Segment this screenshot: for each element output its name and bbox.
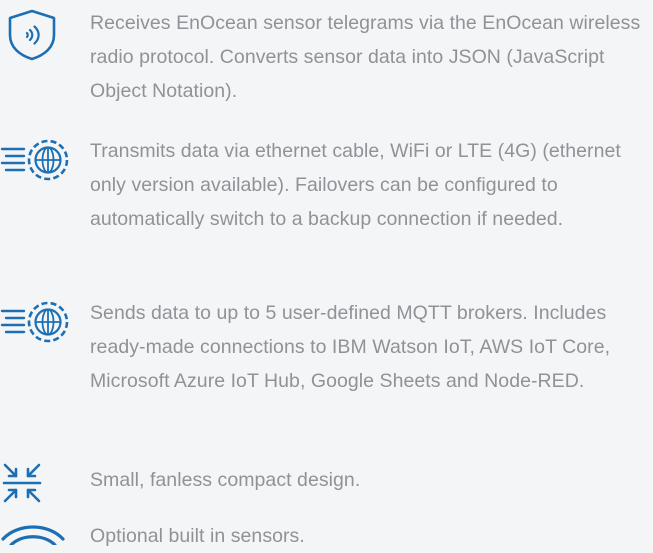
radio-signal-shield-icon — [6, 8, 58, 62]
wireless-waves-icon — [0, 521, 66, 545]
feature-description: Small, fanless compact design. — [90, 469, 361, 491]
globe-gear-network-icon — [0, 299, 76, 345]
feature-description: Optional built in sensors. — [90, 525, 305, 547]
feature-description: Receives EnOcean sensor telegrams via th… — [90, 12, 641, 102]
feature-list-page: { "features": [ { "icon": "radio-signal-… — [0, 0, 653, 547]
compact-arrows-icon — [0, 463, 44, 505]
globe-gear-network-icon — [0, 137, 76, 183]
feature-description: Sends data to up to 5 user-defined MQTT … — [90, 302, 611, 392]
feature-description: Transmits data via ethernet cable, WiFi … — [90, 140, 621, 230]
